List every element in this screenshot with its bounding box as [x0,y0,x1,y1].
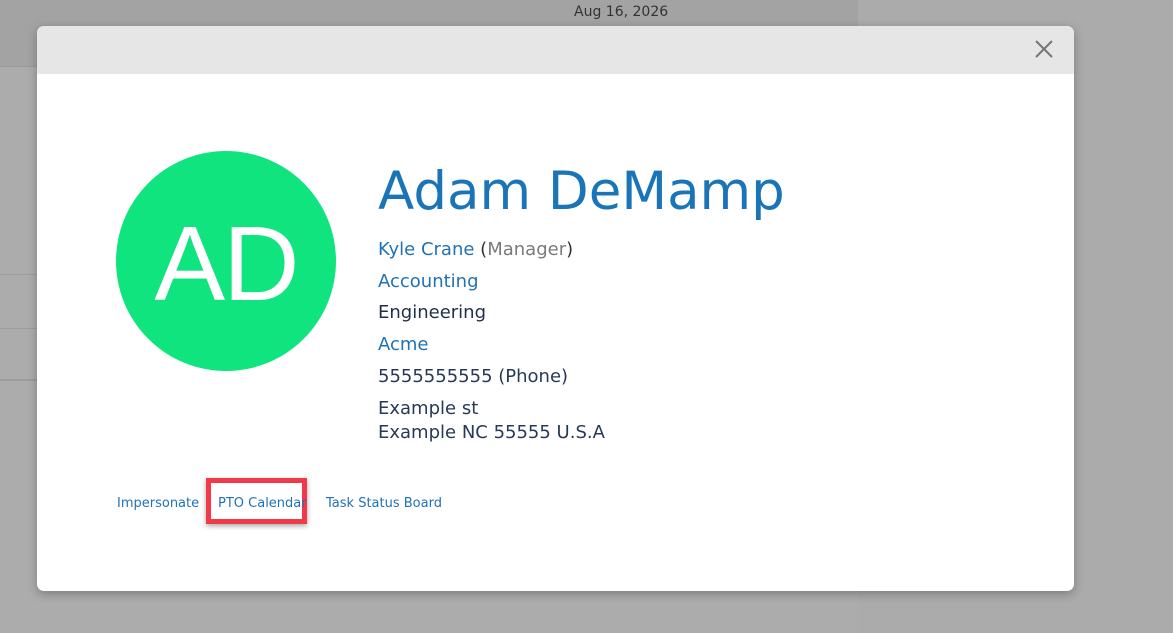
address-line-1: Example st [378,397,478,421]
avatar-initials: AD [154,205,299,323]
phone-line: 5555555555 (Phone) [378,365,568,389]
phone-number: 5555555555 (Phone) [378,366,569,387]
team-line: Engineering [378,301,486,325]
close-button[interactable] [1033,38,1055,60]
impersonate-link[interactable]: Impersonate [117,496,199,511]
background-divider [0,274,40,275]
paren-close: ) [566,239,574,260]
manager-link[interactable]: Kyle Crane [378,239,474,260]
team-name: Engineering [378,302,486,323]
address-street: Example st [378,398,479,419]
department-link[interactable]: Accounting [378,271,479,292]
modal-header [37,26,1074,74]
pto-calendar-link[interactable]: PTO Calendar [218,496,307,511]
profile-name: Adam DeMamp [378,161,785,222]
department-line: Accounting [378,270,479,294]
profile-modal: AD Adam DeMamp Kyle Crane (Manager) Acco… [37,26,1074,591]
address-city: Example NC 55555 U.S.A [378,422,605,443]
address-line-2: Example NC 55555 U.S.A [378,421,605,445]
manager-line: Kyle Crane (Manager) [378,238,573,262]
close-icon [1035,40,1053,58]
avatar: AD [116,151,336,371]
task-status-board-link[interactable]: Task Status Board [326,496,442,511]
background-date: Aug 16, 2026 [574,4,669,20]
company-line: Acme [378,333,429,357]
manager-role: Manager [487,239,567,260]
company-link[interactable]: Acme [378,334,429,355]
background-divider [0,328,40,329]
